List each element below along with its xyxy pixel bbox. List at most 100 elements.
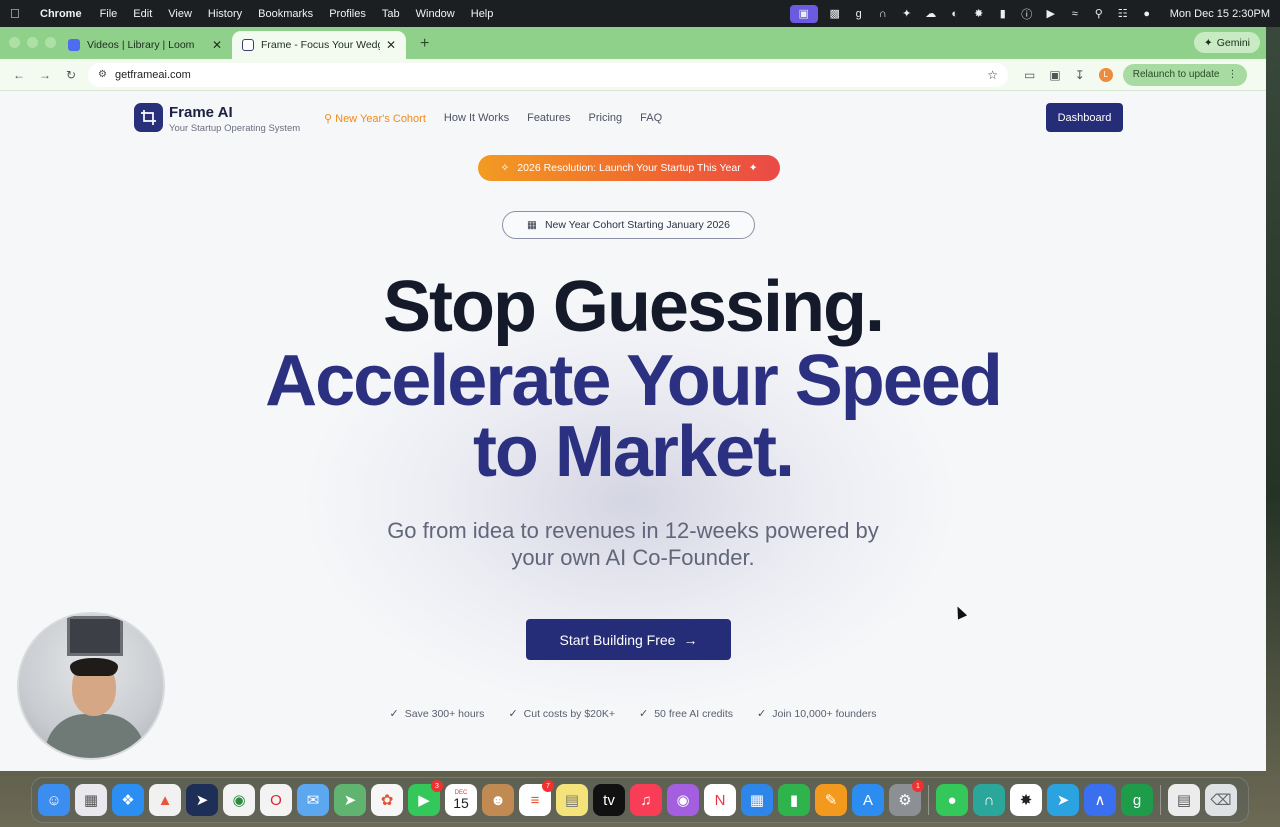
telegram-icon[interactable]: ➤: [1047, 784, 1079, 816]
send-icon[interactable]: ➤: [186, 784, 218, 816]
menu-profiles[interactable]: Profiles: [329, 8, 366, 20]
presenter-hair: [70, 658, 118, 676]
extensions-icon[interactable]: ▭: [1024, 68, 1035, 82]
url-text[interactable]: getframeai.com: [115, 69, 191, 81]
nav-pricing[interactable]: Pricing: [589, 112, 623, 125]
nav-how-it-works[interactable]: How It Works: [444, 112, 509, 125]
cloud-icon[interactable]: ☁: [924, 8, 938, 20]
menu-clock[interactable]: Mon Dec 15 2:30PM: [1170, 8, 1270, 20]
promo-banner[interactable]: ✧ 2026 Resolution: Launch Your Startup T…: [478, 155, 780, 181]
maps-icon[interactable]: ➤: [334, 784, 366, 816]
kebab-menu-icon[interactable]: ⋮: [1227, 69, 1237, 80]
relaunch-button[interactable]: Relaunch to update ⋮: [1122, 63, 1248, 86]
wifi-icon[interactable]: ≈: [1068, 8, 1082, 20]
messages-icon[interactable]: ●: [936, 784, 968, 816]
photos-icon[interactable]: ✿: [371, 784, 403, 816]
menu-help[interactable]: Help: [471, 8, 494, 20]
keynote-icon[interactable]: ▦: [741, 784, 773, 816]
facetime-icon[interactable]: ▶ 3: [408, 780, 443, 816]
info-icon[interactable]: ⓘ: [1020, 8, 1034, 21]
menu-app-name[interactable]: Chrome: [40, 8, 82, 20]
tab-frame[interactable]: Frame - Focus Your Wedge, B ✕: [232, 31, 406, 59]
download-icon[interactable]: ↧: [1075, 68, 1085, 82]
apple-tv-icon[interactable]: tv: [593, 784, 625, 816]
dock-separator: [928, 785, 929, 815]
arc-icon[interactable]: ∩: [876, 8, 890, 20]
chrome-icon[interactable]: ◉: [223, 784, 255, 816]
menu-view[interactable]: View: [168, 8, 192, 20]
address-bar[interactable]: ⚙ getframeai.com ☆: [88, 62, 1008, 87]
music-icon[interactable]: ♫: [630, 784, 662, 816]
menu-file[interactable]: File: [100, 8, 118, 20]
close-window-button[interactable]: [9, 37, 20, 48]
podcasts-icon[interactable]: ◉: [667, 784, 699, 816]
launchpad-icon[interactable]: ▦: [75, 784, 107, 816]
close-tab-icon[interactable]: ✕: [386, 38, 396, 52]
start-building-button[interactable]: Start Building Free →: [526, 619, 731, 660]
tab-loom[interactable]: Videos | Library | Loom ✕: [58, 31, 232, 59]
notes-icon[interactable]: ▤: [556, 784, 588, 816]
nav-new-years-cohort[interactable]: ⚲ New Year's Cohort: [324, 112, 426, 125]
bookmark-star-icon[interactable]: ☆: [987, 68, 998, 82]
cohort-pill[interactable]: ▦ New Year Cohort Starting January 2026: [502, 211, 755, 239]
opera-icon[interactable]: O: [260, 784, 292, 816]
arc-browser-icon[interactable]: ∩: [973, 784, 1005, 816]
sparkle-icon[interactable]: ✦: [900, 8, 914, 20]
gemini-button[interactable]: ✦ Gemini: [1193, 32, 1260, 53]
menu-tab[interactable]: Tab: [382, 8, 400, 20]
menu-history[interactable]: History: [208, 8, 242, 20]
news-icon[interactable]: N: [704, 784, 736, 816]
browser-window: Videos | Library | Loom ✕ Frame - Focus …: [0, 27, 1266, 771]
tab-strip: Videos | Library | Loom ✕ Frame - Focus …: [0, 27, 1266, 59]
macos-menu-bar:  Chrome File Edit View History Bookmark…: [0, 0, 1280, 27]
siri-icon[interactable]: ●: [1140, 8, 1154, 20]
search-icon[interactable]: ⚲: [1092, 8, 1106, 20]
forward-icon[interactable]: →: [32, 68, 58, 82]
benefit-text: Join 10,000+ founders: [772, 707, 877, 720]
menu-bookmarks[interactable]: Bookmarks: [258, 8, 313, 20]
profile-avatar[interactable]: L: [1098, 67, 1113, 82]
battery-icon[interactable]: ▮: [996, 8, 1010, 20]
grammarly-icon[interactable]: g: [852, 8, 866, 20]
new-tab-icon[interactable]: +: [420, 35, 429, 53]
nav-faq[interactable]: FAQ: [640, 112, 662, 125]
play-icon[interactable]: ▶: [1044, 8, 1058, 20]
safari-icon[interactable]: ❖: [112, 784, 144, 816]
status-app-icon[interactable]: ▩: [828, 8, 842, 20]
control-center-icon[interactable]: ☷: [1116, 8, 1130, 20]
calendar-app-icon[interactable]: DEC 15: [445, 784, 477, 816]
menu-window[interactable]: Window: [416, 8, 455, 20]
finder-icon[interactable]: ☺: [38, 784, 70, 816]
dashboard-button[interactable]: Dashboard: [1046, 103, 1123, 132]
close-tab-icon[interactable]: ✕: [212, 38, 222, 52]
app-store-icon[interactable]: A: [852, 784, 884, 816]
nav-features[interactable]: Features: [527, 112, 570, 125]
site-info-icon[interactable]: ⚙: [98, 69, 107, 80]
grammarly-dock-icon[interactable]: g: [1121, 784, 1153, 816]
mail-icon[interactable]: ✉: [297, 784, 329, 816]
brave-icon[interactable]: ▲: [149, 784, 181, 816]
back-icon[interactable]: ←: [6, 68, 32, 82]
zoom-window-button[interactable]: [45, 37, 56, 48]
linear-icon[interactable]: ∧: [1084, 784, 1116, 816]
chatgpt-icon[interactable]: ✸: [1010, 784, 1042, 816]
apple-menu-icon[interactable]: : [10, 6, 30, 21]
webcam-bubble[interactable]: [17, 612, 165, 760]
downloads-stack-icon[interactable]: ▤: [1168, 784, 1200, 816]
screen-record-icon[interactable]: ▣: [789, 4, 818, 23]
minimize-window-button[interactable]: [27, 37, 38, 48]
numbers-icon[interactable]: ▮: [778, 784, 810, 816]
openai-icon[interactable]: ✸: [972, 8, 986, 20]
frame-logo-icon[interactable]: [134, 103, 163, 132]
brand-name[interactable]: Frame AI: [169, 104, 233, 121]
system-settings-icon[interactable]: ⚙ 1: [889, 780, 924, 816]
reminders-icon[interactable]: ≡ 7: [519, 780, 554, 816]
reload-icon[interactable]: ↻: [58, 68, 84, 82]
tab-search-icon[interactable]: ▣: [1049, 68, 1060, 82]
contacts-icon[interactable]: ☻: [482, 784, 514, 816]
pages-icon[interactable]: ✎: [815, 784, 847, 816]
window-controls: [9, 37, 56, 48]
trash-icon[interactable]: ⌫: [1205, 784, 1237, 816]
menu-edit[interactable]: Edit: [133, 8, 152, 20]
gauge-icon[interactable]: ◐: [948, 8, 962, 20]
